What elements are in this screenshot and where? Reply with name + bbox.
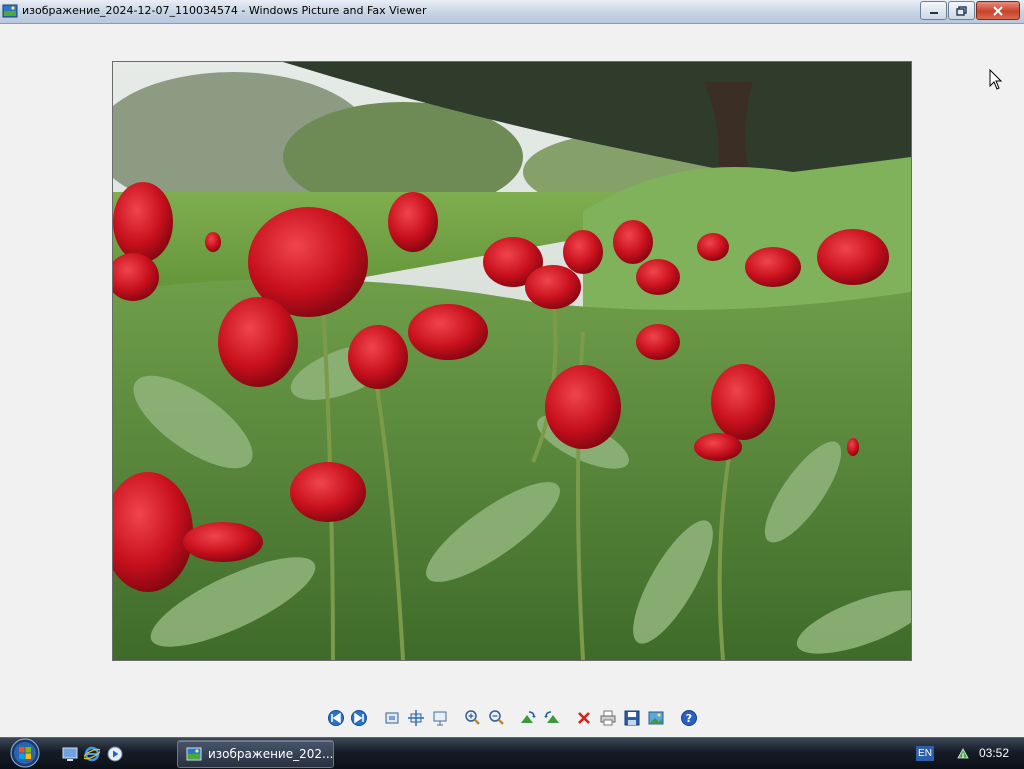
restore-button[interactable] <box>948 1 975 20</box>
taskbar-button-picture-viewer[interactable]: изображение_202... <box>177 740 334 768</box>
network-tray-icon[interactable] <box>955 746 971 762</box>
edit-image-icon[interactable] <box>647 709 665 727</box>
delete-icon[interactable] <box>575 709 593 727</box>
minimize-icon <box>929 11 938 14</box>
tulip-photo-illustration <box>113 62 911 660</box>
taskbar: изображение_202... EN 03:52 <box>0 737 1024 769</box>
clock[interactable]: 03:52 <box>979 746 1009 760</box>
save-icon[interactable] <box>623 709 641 727</box>
minimize-button[interactable] <box>920 1 947 20</box>
next-icon[interactable] <box>350 709 368 727</box>
viewer-toolbar: ? <box>0 709 1024 729</box>
mouse-cursor-icon <box>989 69 1003 90</box>
zoom-in-icon[interactable] <box>463 709 481 727</box>
title-bar[interactable]: изображение_2024-12-07_110034574 - Windo… <box>0 0 1024 24</box>
media-player-icon[interactable] <box>107 746 123 762</box>
viewer-area: ? <box>0 24 1024 737</box>
language-indicator[interactable]: EN <box>916 746 934 761</box>
previous-icon[interactable] <box>327 709 345 727</box>
taskbar-button-label: изображение_202... <box>208 747 334 761</box>
window-controls <box>920 1 1020 20</box>
close-button[interactable] <box>976 1 1020 20</box>
rotate-counterclockwise-icon[interactable] <box>543 709 561 727</box>
close-icon <box>993 5 1003 16</box>
svg-text:?: ? <box>686 712 692 725</box>
best-fit-icon[interactable] <box>383 709 401 727</box>
print-icon[interactable] <box>599 709 617 727</box>
photo[interactable] <box>112 61 912 661</box>
zoom-out-icon[interactable] <box>487 709 505 727</box>
restore-icon <box>955 5 967 16</box>
start-button[interactable] <box>6 738 44 768</box>
internet-explorer-icon[interactable] <box>84 746 100 762</box>
actual-size-icon[interactable] <box>407 709 425 727</box>
rotate-clockwise-icon[interactable] <box>519 709 537 727</box>
slideshow-icon[interactable] <box>431 709 449 727</box>
help-icon[interactable]: ? <box>680 709 698 727</box>
picture-viewer-icon <box>186 747 202 761</box>
app-icon <box>2 4 18 18</box>
window-title: изображение_2024-12-07_110034574 - Windo… <box>22 4 427 17</box>
show-desktop-icon[interactable] <box>62 746 78 762</box>
